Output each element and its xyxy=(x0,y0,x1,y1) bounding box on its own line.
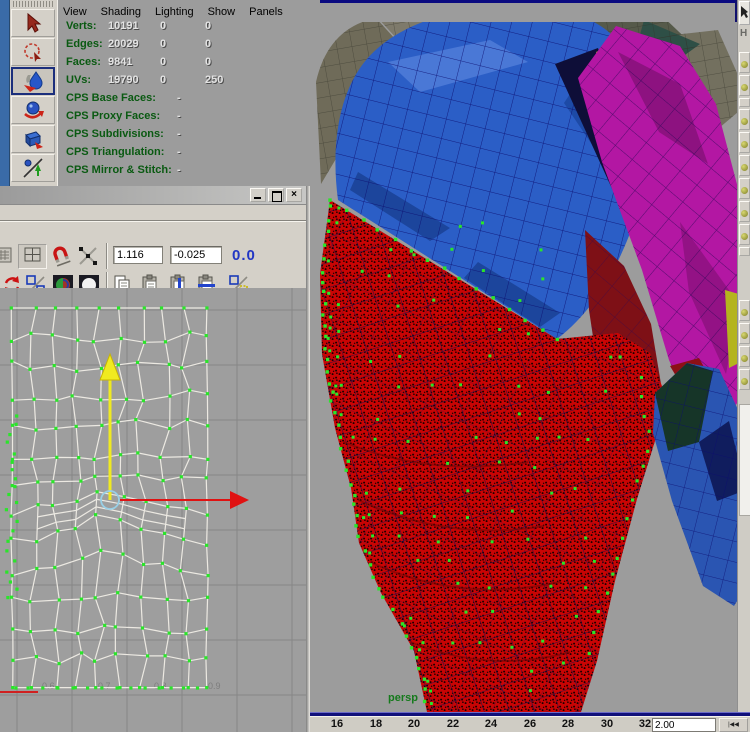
shelf-button[interactable] xyxy=(739,155,750,176)
shelf-button[interactable] xyxy=(739,52,750,73)
sphere-icon xyxy=(741,84,748,91)
menu-shading[interactable]: Shading xyxy=(101,6,141,18)
side-panel-blank-area xyxy=(739,404,750,516)
sphere-icon xyxy=(741,210,748,217)
svg-text:0.7: 0.7 xyxy=(98,681,111,691)
shelf-tab[interactable] xyxy=(739,247,750,256)
shelf-button[interactable] xyxy=(739,224,750,245)
toolbox-drag-handle[interactable] xyxy=(13,1,54,7)
shelf-button[interactable] xyxy=(739,109,750,130)
select-tool-button[interactable] xyxy=(11,9,55,37)
frame-tick[interactable]: 18 xyxy=(370,718,382,730)
sphere-icon xyxy=(741,233,748,240)
sphere-icon xyxy=(741,164,748,171)
frame-tick[interactable]: 28 xyxy=(562,718,574,730)
frame-tick[interactable]: 26 xyxy=(524,718,536,730)
lasso-select-tool-button[interactable] xyxy=(11,38,55,66)
menu-panels[interactable]: Panels xyxy=(249,6,283,18)
frame-tick[interactable]: 30 xyxy=(601,718,613,730)
distance-readout: 0.0 xyxy=(232,247,256,264)
sphere-icon xyxy=(741,378,748,385)
rotate-view-tool-button[interactable] xyxy=(11,96,55,124)
toolbox-panel xyxy=(10,0,58,186)
shelf-button[interactable] xyxy=(739,346,750,367)
shelf-button[interactable] xyxy=(739,300,750,321)
time-slider: 16 18 20 22 24 26 28 30 32 |◀◀ xyxy=(308,712,750,732)
paint-select-tool-button[interactable] xyxy=(11,67,55,95)
camera-label[interactable]: persp xyxy=(388,692,418,704)
panel-header-label: H xyxy=(740,28,747,39)
grid-toggle-icon[interactable] xyxy=(18,244,47,269)
go-to-start-button[interactable]: |◀◀ xyxy=(719,718,748,732)
minimize-button[interactable] xyxy=(250,188,266,202)
sphere-icon xyxy=(741,187,748,194)
uv-editor-titlebar[interactable]: × xyxy=(0,186,306,205)
menu-show[interactable]: Show xyxy=(208,6,236,18)
magnet-snap-icon[interactable] xyxy=(50,245,72,267)
sphere-icon xyxy=(741,355,748,362)
u-coordinate-field[interactable] xyxy=(113,246,163,264)
toolbar-groove xyxy=(0,220,306,222)
shelf-button[interactable] xyxy=(739,132,750,153)
menu-view[interactable]: View xyxy=(63,6,87,18)
uv-gridlines xyxy=(0,288,306,732)
menu-lighting[interactable]: Lighting xyxy=(155,6,194,18)
window-controls: × xyxy=(250,188,302,202)
uv-editor-toolbar: 0.0 xyxy=(0,205,306,288)
toolbar-separator xyxy=(106,243,108,269)
shelf-button[interactable] xyxy=(739,323,750,344)
shelf-button[interactable] xyxy=(739,178,750,199)
snap-points-icon[interactable] xyxy=(77,245,99,267)
viewport-menubar: View Shading Lighting Show Panels xyxy=(58,2,283,22)
shelf-tab[interactable] xyxy=(739,98,750,107)
uv-canvas[interactable]: 0.6 0.7 0.8 0.9 xyxy=(0,288,306,732)
numpad-icon[interactable] xyxy=(0,245,14,267)
shelf-button[interactable] xyxy=(739,369,750,390)
v-coordinate-field[interactable] xyxy=(170,246,222,264)
sphere-icon xyxy=(741,61,748,68)
current-time-field[interactable] xyxy=(652,718,716,732)
scale-tool-button[interactable] xyxy=(11,154,55,182)
svg-text:0.9: 0.9 xyxy=(208,681,221,691)
side-toolbar-strip: H xyxy=(737,0,750,712)
move-tool-button[interactable] xyxy=(11,125,55,153)
uv-window-right-border xyxy=(306,186,310,732)
frame-tick[interactable]: 24 xyxy=(485,718,497,730)
maximize-button[interactable] xyxy=(268,188,284,202)
uv-texture-editor-window: × 0.0 xyxy=(0,186,310,732)
frame-tick[interactable]: 16 xyxy=(331,718,343,730)
close-button[interactable]: × xyxy=(286,188,302,202)
frame-tick[interactable]: 20 xyxy=(408,718,420,730)
frame-tick[interactable]: 22 xyxy=(447,718,459,730)
manipulator-x-arrowhead[interactable] xyxy=(230,491,249,509)
sphere-icon xyxy=(741,309,748,316)
sphere-icon xyxy=(741,141,748,148)
sphere-icon xyxy=(741,118,748,125)
shelf-button[interactable] xyxy=(739,201,750,222)
select-cursor-icon[interactable] xyxy=(739,1,750,25)
uv-grid-view: 0.6 0.7 0.8 0.9 xyxy=(0,288,306,732)
sphere-icon xyxy=(741,332,748,339)
background-window-edge xyxy=(0,0,10,186)
time-slider-bar[interactable]: 16 18 20 22 24 26 28 30 32 |◀◀ xyxy=(308,716,750,732)
shelf-button[interactable] xyxy=(739,75,750,96)
frame-tick[interactable]: 32 xyxy=(639,718,651,730)
maya-application-window: View Shading Lighting Show Panels xyxy=(0,0,750,732)
viewport-active-border-top xyxy=(320,0,737,3)
